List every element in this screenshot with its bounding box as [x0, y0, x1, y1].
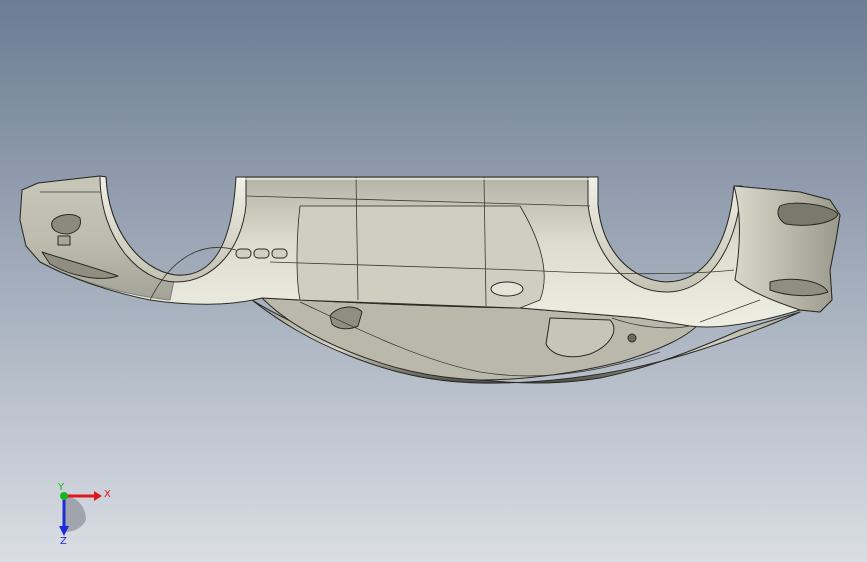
x-axis-arrow-icon — [94, 491, 102, 501]
z-axis-label: Z — [60, 536, 67, 546]
x-axis-label: X — [104, 489, 111, 500]
orientation-triad: X Z Y — [44, 482, 124, 546]
y-axis-label: Y — [57, 482, 65, 493]
triad-svg: X Z Y — [57, 482, 111, 546]
mount-point — [627, 333, 637, 343]
y-axis-point-icon — [60, 492, 68, 500]
vent-slots — [235, 248, 288, 259]
graphics-viewport[interactable]: X Z Y — [0, 0, 867, 562]
model-view-svg[interactable] — [0, 0, 867, 562]
left-light-pocket — [51, 214, 81, 235]
fuel-door[interactable] — [490, 281, 524, 297]
left-small-recess — [57, 235, 71, 246]
